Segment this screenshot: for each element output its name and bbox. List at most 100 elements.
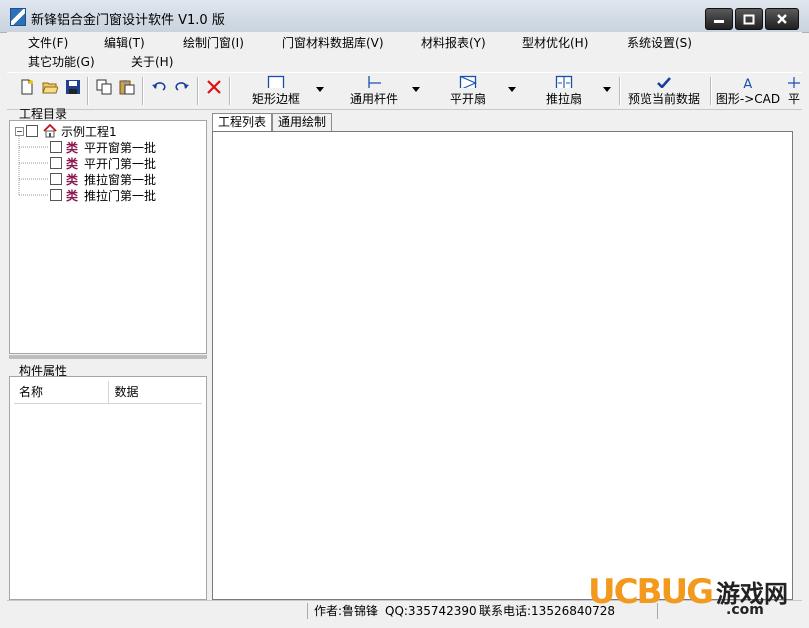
- copy-icon: [96, 79, 112, 95]
- paste-icon: [119, 80, 135, 95]
- status-author: 作者:鲁锦锋: [314, 604, 379, 618]
- general-bar-label: 通用杆件: [349, 92, 398, 106]
- window-title: 新锋铝合金门窗设计软件 V1.0 版: [31, 13, 225, 28]
- watermark-domain: .com: [726, 602, 764, 618]
- category-tag: 类: [66, 188, 79, 203]
- column-name[interactable]: 名称: [14, 381, 110, 403]
- right-edge: [793, 131, 802, 600]
- tree-item[interactable]: 类 推拉窗第一批: [50, 171, 156, 187]
- delete-button[interactable]: [204, 77, 224, 97]
- tree-item-checkbox[interactable]: [50, 189, 62, 201]
- redo-button[interactable]: [172, 77, 192, 97]
- svg-text:A: A: [743, 77, 753, 88]
- sliding-dropdown[interactable]: [603, 87, 611, 92]
- panel-splitter[interactable]: [9, 355, 207, 359]
- casement-button[interactable]: 平开扇: [444, 75, 492, 107]
- new-button[interactable]: [17, 77, 37, 97]
- tree-lines: [18, 136, 48, 196]
- menu-draw-window[interactable]: 绘制门窗(I): [183, 34, 244, 51]
- toolbar-separator: [710, 77, 712, 105]
- menu-file[interactable]: 文件(F): [28, 34, 68, 51]
- main-canvas[interactable]: [212, 131, 793, 600]
- watermark-brand: UCBUG: [588, 572, 714, 612]
- project-tree[interactable]: − 示例工程1 类 平开窗第一批 类 平开门第一批 类 推拉窗第一批 类 推拉门…: [9, 120, 207, 354]
- undo-icon: [152, 82, 166, 91]
- toolbar-separator: [87, 77, 89, 105]
- sliding-button[interactable]: 推拉扇: [540, 75, 588, 107]
- casement-label: 平开扇: [449, 92, 486, 106]
- save-button[interactable]: [63, 77, 83, 97]
- app-window: 新锋铝合金门窗设计软件 V1.0 版 文件(F) 编辑(T) 绘制门窗(I) 门…: [0, 0, 809, 628]
- more-tools-button[interactable]: 平: [786, 75, 802, 107]
- general-bar-dropdown[interactable]: [412, 87, 420, 92]
- menu-material-report[interactable]: 材料报表(Y): [421, 34, 486, 51]
- status-separator: [307, 603, 308, 619]
- to-cad-label: 图形->CAD: [715, 92, 781, 106]
- title-bar: 新锋铝合金门窗设计软件 V1.0 版: [0, 0, 809, 33]
- properties-grid[interactable]: 名称 数据: [9, 376, 207, 600]
- maximize-button[interactable]: [735, 8, 763, 30]
- toolbar-separator: [619, 77, 621, 105]
- tree-item[interactable]: 类 平开窗第一批: [50, 139, 156, 155]
- copy-button[interactable]: [94, 77, 114, 97]
- open-button[interactable]: [40, 77, 60, 97]
- casement-dropdown[interactable]: [508, 87, 516, 92]
- app-icon: [10, 8, 26, 26]
- general-bar-button[interactable]: 通用杆件: [345, 75, 403, 107]
- tree-item-checkbox[interactable]: [50, 157, 62, 169]
- tab-general-draw[interactable]: 通用绘制: [272, 113, 333, 131]
- menu-system-settings[interactable]: 系统设置(S): [627, 34, 692, 51]
- tree-item[interactable]: 类 推拉门第一批: [50, 187, 156, 203]
- new-file-icon: [21, 79, 33, 95]
- tree-item-label: 平开窗第一批: [84, 140, 157, 155]
- tree-item-checkbox[interactable]: [50, 141, 62, 153]
- undo-button[interactable]: [149, 77, 169, 97]
- tree-item[interactable]: 类 平开门第一批: [50, 155, 156, 171]
- close-button[interactable]: [765, 8, 799, 30]
- to-cad-button[interactable]: A 图形->CAD: [715, 75, 781, 107]
- preview-button[interactable]: 预览当前数据: [625, 75, 703, 107]
- column-data[interactable]: 数据: [109, 381, 202, 403]
- bar-icon: [368, 76, 381, 88]
- toolbar-separator: [229, 77, 231, 105]
- watermark: UCBUG 游戏网 .com: [588, 572, 808, 626]
- casement-icon: [459, 75, 477, 88]
- toolbar-separator: [197, 77, 199, 105]
- tree-item-checkbox[interactable]: [50, 173, 62, 185]
- rectangle-icon: [267, 75, 285, 88]
- paste-button[interactable]: [117, 77, 137, 97]
- status-qq: QQ:335742390: [385, 604, 477, 618]
- window-controls: [705, 8, 799, 30]
- menu-edit[interactable]: 编辑(T): [104, 34, 145, 51]
- maximize-icon: [743, 14, 755, 24]
- rect-frame-dropdown[interactable]: [316, 87, 324, 92]
- menu-about[interactable]: 关于(H): [131, 53, 173, 70]
- more-tools-label: 平: [787, 92, 800, 106]
- rect-frame-button[interactable]: 矩形边框: [247, 75, 305, 107]
- tree-item-label: 推拉门第一批: [84, 188, 157, 203]
- minimize-button[interactable]: [705, 8, 733, 30]
- save-icon: [66, 80, 80, 94]
- menu-other[interactable]: 其它功能(G): [28, 53, 95, 70]
- category-tag: 类: [66, 156, 79, 171]
- partial-tool-icon: [788, 77, 800, 88]
- toolbar: 矩形边框 通用杆件 平开扇 推拉扇 预览当前数据 A 图形->CAD 平: [7, 72, 802, 110]
- properties-header: 名称 数据: [14, 381, 202, 404]
- menu-profile-optimize[interactable]: 型材优化(H): [522, 34, 588, 51]
- menu-material-db[interactable]: 门窗材料数据库(V): [282, 34, 384, 51]
- redo-icon: [175, 82, 189, 91]
- close-icon: [777, 14, 787, 24]
- checkmark-icon: [657, 77, 671, 88]
- tree-item-label: 推拉窗第一批: [84, 172, 157, 187]
- folder-open-icon: [42, 82, 58, 94]
- text-a-icon: A: [743, 77, 753, 88]
- main-tabs: 工程列表 通用绘制: [212, 113, 333, 131]
- rect-frame-label: 矩形边框: [251, 92, 300, 106]
- tab-project-list[interactable]: 工程列表: [212, 113, 273, 131]
- menu-bar: 文件(F) 编辑(T) 绘制门窗(I) 门窗材料数据库(V) 材料报表(Y) 型…: [7, 32, 802, 70]
- delete-icon: [207, 80, 221, 94]
- sliding-icon: [555, 75, 573, 88]
- sliding-label: 推拉扇: [545, 92, 582, 106]
- minimize-icon: [714, 20, 724, 23]
- category-tag: 类: [66, 140, 79, 155]
